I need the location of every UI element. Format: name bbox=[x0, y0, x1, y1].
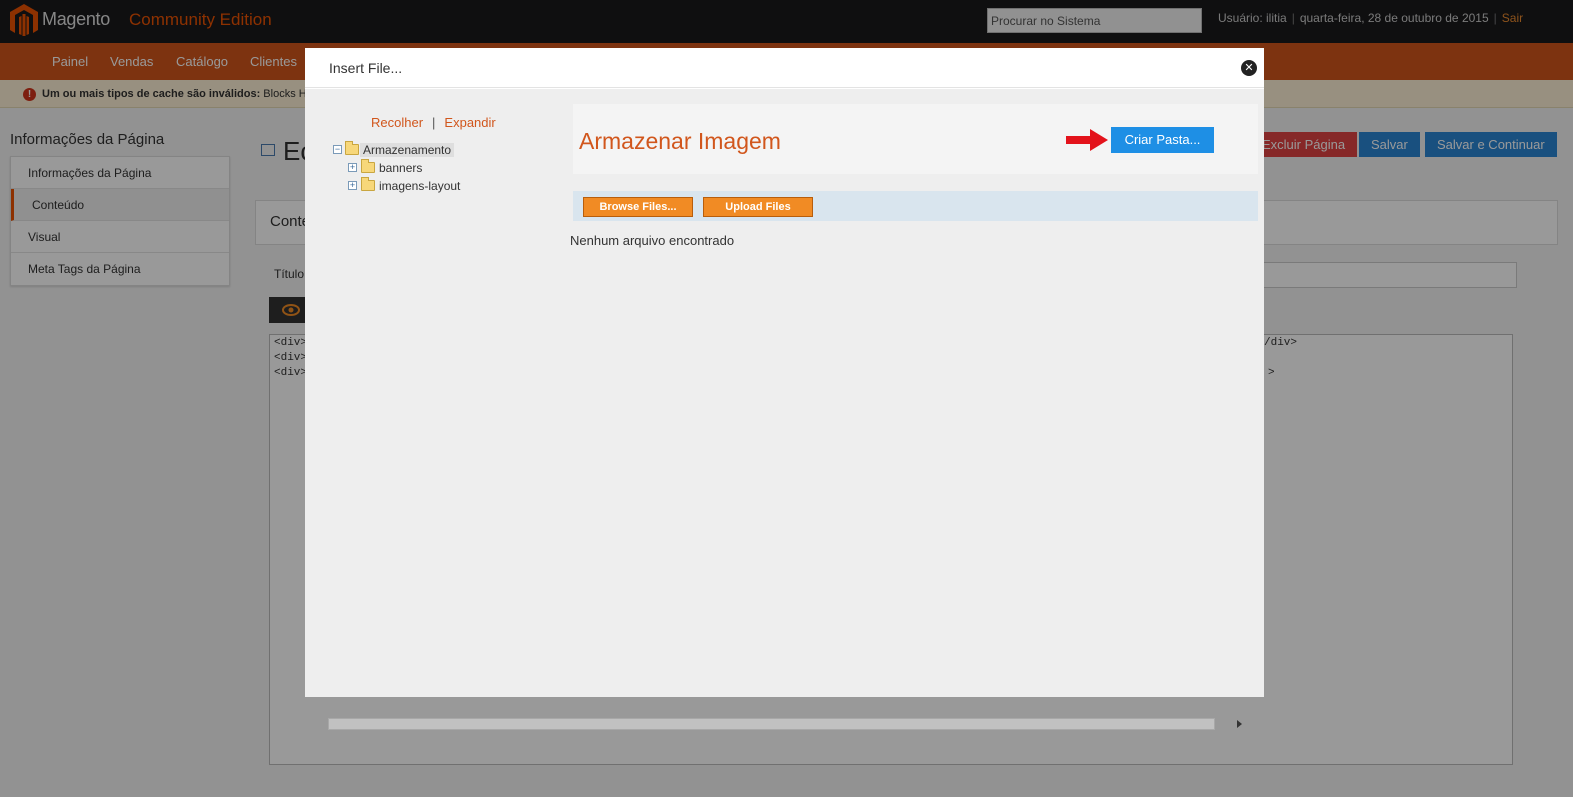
insert-file-dialog: Insert File... ✕ Recolher | Expandir − Arm… bbox=[305, 48, 1264, 730]
upload-files-button[interactable]: Upload Files bbox=[703, 197, 813, 217]
scroll-left-icon[interactable] bbox=[315, 720, 320, 728]
collapse-icon[interactable]: − bbox=[333, 145, 342, 154]
tree-label: imagens-layout bbox=[379, 179, 461, 193]
expand-icon[interactable]: + bbox=[348, 181, 357, 190]
tree-node-banners[interactable]: + banners bbox=[348, 159, 548, 176]
close-icon[interactable]: ✕ bbox=[1241, 60, 1257, 76]
storage-header-panel: Armazenar Imagem Criar Pasta... bbox=[573, 104, 1258, 174]
tree-label: banners bbox=[379, 161, 423, 175]
upload-toolbar: Browse Files... Upload Files bbox=[573, 191, 1258, 221]
expand-all-link[interactable]: Expandir bbox=[444, 115, 495, 130]
dialog-body: Recolher | Expandir − Armazenamento + bann… bbox=[305, 89, 1264, 730]
tree-node-imagens-layout[interactable]: + imagens-layout bbox=[348, 177, 548, 194]
browse-files-button[interactable]: Browse Files... bbox=[583, 197, 693, 217]
scrollbar-thumb[interactable] bbox=[328, 718, 1215, 730]
storage-title: Armazenar Imagem bbox=[579, 128, 781, 154]
dialog-title: Insert File... bbox=[329, 60, 403, 76]
scroll-right-icon[interactable] bbox=[1237, 720, 1242, 728]
collapse-all-link[interactable]: Recolher bbox=[371, 115, 423, 130]
folder-icon bbox=[361, 177, 375, 191]
create-folder-button[interactable]: Criar Pasta... bbox=[1111, 127, 1214, 153]
dialog-header: Insert File... ✕ bbox=[305, 48, 1264, 88]
tree-label: Armazenamento bbox=[360, 143, 455, 157]
horizontal-scrollbar[interactable] bbox=[315, 717, 1253, 730]
expand-icon[interactable]: + bbox=[348, 163, 357, 172]
separator: | bbox=[432, 115, 436, 130]
folder-open-icon bbox=[345, 141, 359, 155]
empty-files-message: Nenhum arquivo encontrado bbox=[570, 233, 735, 248]
tree-actions: Recolher | Expandir bbox=[371, 115, 496, 130]
tree-node-root[interactable]: − Armazenamento bbox=[333, 141, 533, 158]
pointer-arrow-icon bbox=[1066, 129, 1108, 151]
folder-icon bbox=[361, 159, 375, 173]
